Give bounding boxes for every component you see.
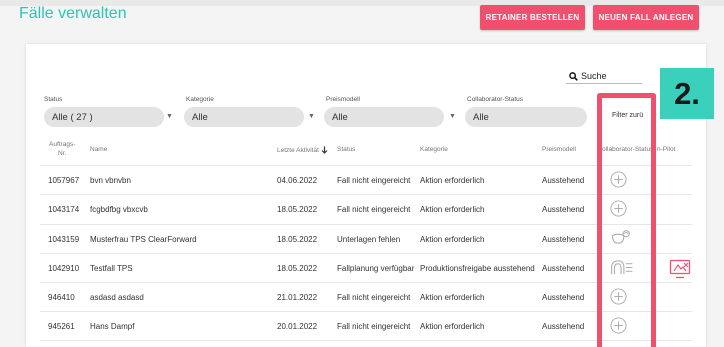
cell-order-no: 1043159 — [48, 235, 80, 244]
cell-price-model: Ausstehend — [542, 293, 585, 302]
cell-category: Aktion erforderlich — [420, 176, 485, 185]
search-label: Suche — [581, 71, 607, 81]
search-underline — [566, 83, 642, 84]
retainer-order-button[interactable]: RETAINER BESTELLEN — [480, 5, 585, 30]
cell-name: fcgbdfbg vbxcvb — [90, 205, 148, 214]
collaborator-column-highlight — [597, 93, 656, 347]
cell-name: Musterfrau TPS ClearForward — [90, 235, 197, 244]
cell-order-no: 945261 — [48, 322, 75, 331]
header-order-no[interactable]: Auftrags- Nr. — [49, 140, 75, 158]
header-pilot[interactable]: n-Pilot — [657, 146, 675, 153]
cell-price-model: Ausstehend — [542, 264, 585, 273]
row-divider — [40, 253, 692, 254]
header-name[interactable]: Name — [90, 146, 107, 153]
filter-label-category: Kategorie — [186, 96, 214, 103]
row-divider — [40, 194, 692, 195]
new-case-button[interactable]: NEUEN FALL ANLEGEN — [593, 5, 699, 30]
cell-price-model: Ausstehend — [542, 176, 585, 185]
cell-order-no: 1043174 — [48, 205, 80, 214]
header-price-model[interactable]: Preismodell — [542, 146, 576, 153]
chevron-down-icon[interactable]: ▼ — [166, 113, 173, 120]
chevron-down-icon[interactable]: ▼ — [308, 113, 315, 120]
row-divider — [40, 311, 692, 312]
header-status[interactable]: Status — [337, 146, 355, 153]
row-divider — [40, 340, 692, 341]
header-last-activity[interactable]: Letzte Aktivität — [277, 146, 328, 154]
category-filter-select[interactable]: Alle — [184, 107, 304, 127]
header-category[interactable]: Kategorie — [420, 146, 448, 153]
filter-label-price-model: Preismodell — [326, 96, 360, 103]
cell-category: Aktion erforderlich — [420, 235, 485, 244]
price-model-filter-select[interactable]: Alle — [324, 107, 444, 127]
cell-price-model: Ausstehend — [542, 205, 585, 214]
chevron-down-icon[interactable]: ▼ — [449, 113, 456, 120]
cell-status: Unterlagen fehlen — [337, 235, 401, 244]
filter-label-collaborator-status: Collaborator-Status — [467, 96, 523, 103]
filter-label-status: Status — [44, 96, 63, 103]
cell-name: Hans Dampf — [90, 322, 135, 331]
search-icon — [569, 71, 578, 81]
cell-last-activity: 18.05.2022 — [277, 264, 318, 273]
cell-order-no: 1042910 — [48, 264, 80, 273]
cell-category: Aktion erforderlich — [420, 322, 485, 331]
cell-category: Aktion erforderlich — [420, 205, 485, 214]
status-filter-select[interactable]: Alle ( 27 ) — [44, 107, 164, 127]
row-divider — [40, 165, 692, 166]
page-title: Fälle verwalten — [19, 5, 127, 22]
cell-status: Fall nicht eingereicht — [337, 205, 411, 214]
search-input[interactable]: Suche — [569, 69, 639, 83]
header-order-no-line2: Nr. — [58, 150, 67, 157]
row-divider — [40, 224, 692, 225]
cell-last-activity: 20.01.2022 — [277, 322, 318, 331]
cell-name: asdasd asdasd — [90, 293, 144, 302]
cell-status: Fall nicht eingereicht — [337, 293, 411, 302]
cell-status: Fall nicht eingereicht — [337, 176, 411, 185]
cell-last-activity: 18.05.2022 — [277, 205, 318, 214]
row-divider — [40, 282, 692, 283]
cell-name: bvn vbnvbn — [90, 176, 131, 185]
cell-price-model: Ausstehend — [542, 235, 585, 244]
arrow-down-icon — [321, 146, 328, 154]
cell-category: Aktion erforderlich — [420, 293, 485, 302]
cell-order-no: 1057967 — [48, 176, 80, 185]
collaborator-status-filter-select[interactable]: Alle — [465, 107, 587, 127]
cell-last-activity: 21.01.2022 — [277, 293, 318, 302]
header-last-activity-label: Letzte Aktivität — [277, 146, 319, 154]
cell-price-model: Ausstehend — [542, 322, 585, 331]
header-order-no-line1: Auftrags- — [49, 141, 76, 148]
cell-last-activity: 18.05.2022 — [277, 235, 318, 244]
cell-name: Testfall TPS — [90, 264, 133, 273]
cell-last-activity: 04.06.2022 — [277, 176, 318, 185]
cell-status: Fall nicht eingereicht — [337, 322, 411, 331]
cell-status: Fallplanung verfügbar — [337, 264, 415, 273]
pilot-screen-icon[interactable] — [669, 259, 691, 279]
cell-category: Produktionsfreigabe ausstehend — [420, 264, 535, 273]
cell-order-no: 946410 — [48, 293, 75, 302]
step-badge: 2. — [660, 68, 714, 119]
